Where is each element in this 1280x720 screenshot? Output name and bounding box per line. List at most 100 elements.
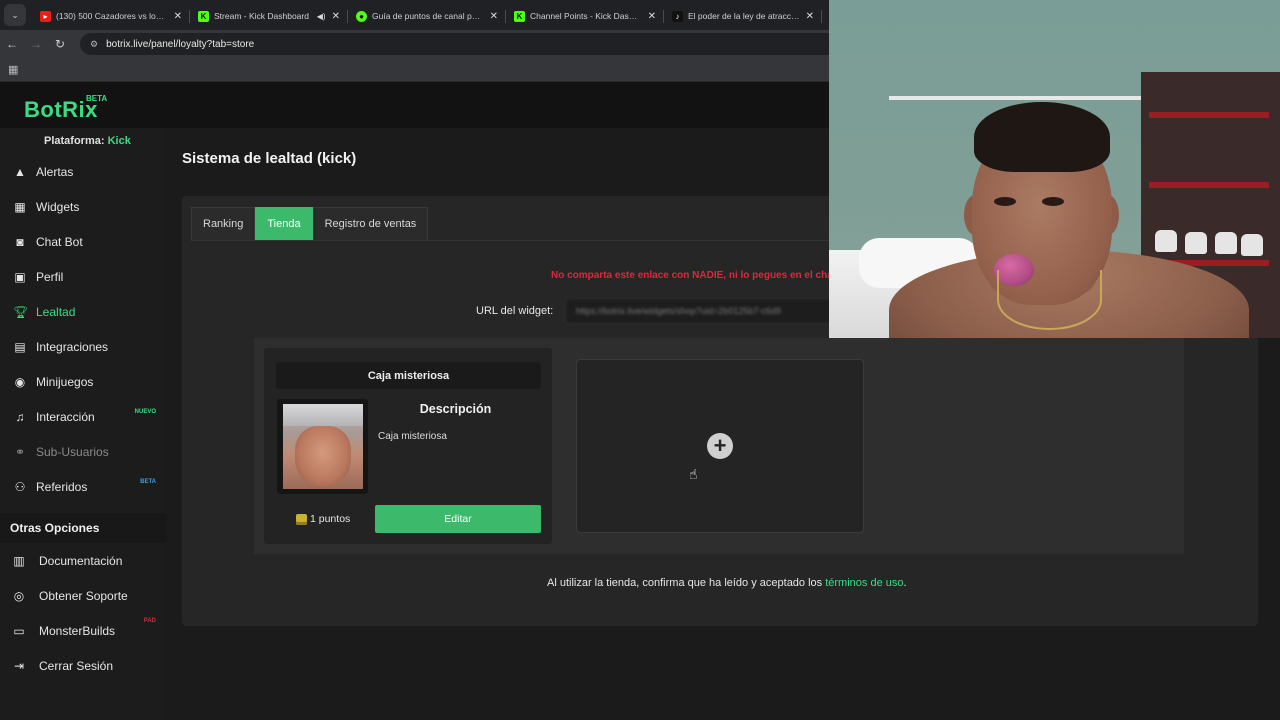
terms-notice: Al utilizar la tienda, confirma que ha l… — [547, 577, 907, 589]
plug-icon: ▤ — [14, 340, 26, 354]
sidebar-item-widgets[interactable]: ▦ Widgets — [0, 192, 166, 222]
tab-title: Channel Points - Kick Dashboard — [530, 11, 642, 21]
tab-title: El poder de la ley de atracción — [688, 11, 800, 21]
beta-badge: BETA — [86, 94, 108, 103]
browser-tab[interactable]: ♪ El poder de la ley de atracción ✕ — [664, 2, 822, 30]
kick-icon: K — [198, 10, 209, 22]
sidebar-item-label: Perfil — [36, 270, 64, 284]
tab-title: Stream - Kick Dashboard — [214, 11, 309, 21]
description-title: Descripción — [378, 397, 533, 421]
sidebar-item-label: Chat Bot — [36, 235, 83, 249]
sidebar-item-perfil[interactable]: ▣ Perfil — [0, 262, 166, 292]
sidebar-item-chat-bot[interactable]: ◙ Chat Bot — [0, 227, 166, 257]
browser-tab[interactable]: K Channel Points - Kick Dashboard ✕ — [506, 2, 664, 30]
kick-icon: K — [514, 10, 525, 22]
sidebar-item-label: Minijuegos — [36, 375, 94, 389]
sidebar-item-interaccion[interactable]: ♫ Interacción NUEVO — [0, 402, 166, 432]
warning-message: No comparta este enlace con NADIE, ni lo… — [551, 270, 837, 281]
sidebar-item-sub-usuarios[interactable]: ⚭ Sub-Usuarios — [0, 437, 166, 467]
forward-icon[interactable]: → — [24, 37, 48, 51]
terms-end: . — [903, 577, 907, 589]
browser-tab[interactable]: ▸ (130) 500 Cazadores vs los Jugadores ✕ — [32, 2, 190, 30]
site-info-icon[interactable]: ⚙ — [90, 39, 98, 50]
close-icon[interactable]: ✕ — [648, 11, 656, 22]
store-item-name: Caja misteriosa — [276, 362, 541, 389]
tab-ranking[interactable]: Ranking — [191, 207, 256, 241]
address-bar[interactable]: ⚙ botrix.live/panel/loyalty?tab=store — [80, 33, 840, 55]
sidebar-item-integraciones[interactable]: ▤ Integraciones — [0, 332, 166, 362]
sidebar-item-documentacion[interactable]: ▥ Documentación — [0, 546, 166, 576]
tab-title: Guía de puntos de canal para streamers — [372, 11, 484, 21]
add-item-card[interactable]: + — [576, 359, 864, 533]
robot-icon: ◙ — [16, 235, 24, 249]
close-icon[interactable]: ✕ — [332, 11, 340, 22]
grid-icon: ▦ — [14, 200, 26, 214]
tab-tienda[interactable]: Tienda — [255, 207, 313, 241]
edit-item-button[interactable]: Editar — [375, 505, 541, 533]
item-price: 1 puntos — [296, 513, 350, 525]
loyalty-tabs: Ranking Tienda Registro de ventas — [191, 207, 429, 241]
book-icon: ▥ — [13, 554, 25, 568]
speaker-icon[interactable]: ◀) — [317, 12, 326, 21]
id-card-icon: ▣ — [14, 270, 26, 284]
url-text: botrix.live/panel/loyalty?tab=store — [106, 38, 255, 50]
sidebar-item-lealtad[interactable]: 🏆︎ Lealtad — [0, 297, 166, 327]
plus-icon[interactable]: + — [707, 433, 733, 459]
terms-text: Al utilizar la tienda, confirma que ha l… — [547, 577, 826, 589]
platform-value: Kick — [107, 135, 131, 147]
platform-indicator: Plataforma: Kick — [44, 135, 131, 147]
users-icon: ⚭ — [14, 445, 26, 459]
tab-title: (130) 500 Cazadores vs los Jugadores — [56, 11, 168, 21]
item-photo — [282, 404, 363, 489]
sidebar-item-label: Widgets — [36, 200, 80, 214]
coins-icon — [296, 513, 307, 525]
widget-url-field[interactable]: https://botrix.live/widgets/shop?uid=2b0… — [565, 298, 845, 324]
terms-link[interactable]: términos de uso — [825, 577, 903, 589]
platform-label: Plataforma: — [44, 135, 105, 147]
tab-search-button[interactable]: ⌄ — [4, 4, 26, 26]
sidebar-item-soporte[interactable]: ◎ Obtener Soporte — [0, 581, 166, 611]
back-icon[interactable]: ← — [0, 37, 24, 51]
reload-icon[interactable]: ↻ — [48, 37, 72, 51]
sidebar-item-label: MonsterBuilds — [39, 624, 116, 638]
new-badge: NUEVO — [134, 409, 156, 415]
description-text: Caja misteriosa — [378, 431, 447, 442]
apps-grid-icon[interactable]: ▦ — [8, 63, 18, 76]
gamepad-icon: ◉ — [14, 375, 26, 389]
close-icon[interactable]: ✕ — [490, 11, 498, 22]
sidebar: Plataforma: Kick ▲ Alertas ▦ Widgets ◙ C… — [0, 128, 166, 720]
trophy-icon: 🏆︎ — [13, 305, 29, 319]
widget-url-label: URL del widget: — [476, 305, 554, 317]
browser-tab[interactable]: K Stream - Kick Dashboard ◀) ✕ — [190, 2, 348, 30]
promo-badge: PAD — [143, 618, 156, 624]
sidebar-item-label: Alertas — [36, 165, 74, 179]
sidebar-item-referidos[interactable]: ⚇ Referidos BETA — [0, 472, 166, 502]
store-item-image — [277, 399, 368, 494]
sidebar-item-alertas[interactable]: ▲ Alertas — [0, 157, 166, 187]
sidebar-item-label: Obtener Soporte — [39, 589, 128, 603]
music-icon: ♫ — [15, 410, 25, 424]
sidebar-item-monsterbuilds[interactable]: ▭ MonsterBuilds PAD — [0, 616, 166, 646]
tiktok-icon: ♪ — [672, 10, 683, 22]
browser-tab[interactable]: ● Guía de puntos de canal para streamers… — [348, 2, 506, 30]
referral-icon: ⚇ — [14, 480, 26, 494]
sidebar-item-label: Lealtad — [36, 305, 76, 319]
sidebar-item-label: Cerrar Sesión — [39, 659, 114, 673]
warning-icon: ▲ — [14, 165, 26, 179]
sidebar-item-label: Interacción — [36, 410, 95, 424]
other-options-title: Otras Opciones — [0, 513, 166, 543]
webcam-overlay — [829, 0, 1280, 338]
sidebar-item-minijuegos[interactable]: ◉ Minijuegos — [0, 367, 166, 397]
sidebar-item-label: Documentación — [39, 554, 123, 568]
beta-badge: BETA — [140, 479, 156, 485]
item-points: 1 puntos — [310, 513, 351, 525]
page-title: Sistema de lealtad (kick) — [182, 150, 357, 167]
lifebuoy-icon: ◎ — [13, 589, 25, 603]
sidebar-item-cerrar-sesion[interactable]: ⇥ Cerrar Sesión — [0, 651, 166, 681]
sidebar-item-label: Integraciones — [36, 340, 109, 354]
close-icon[interactable]: ✕ — [806, 11, 814, 22]
close-icon[interactable]: ✕ — [174, 11, 182, 22]
tab-registro-ventas[interactable]: Registro de ventas — [312, 207, 429, 241]
hand-cursor-icon: ☝ — [689, 466, 698, 482]
sidebar-item-label: Sub-Usuarios — [36, 445, 109, 459]
